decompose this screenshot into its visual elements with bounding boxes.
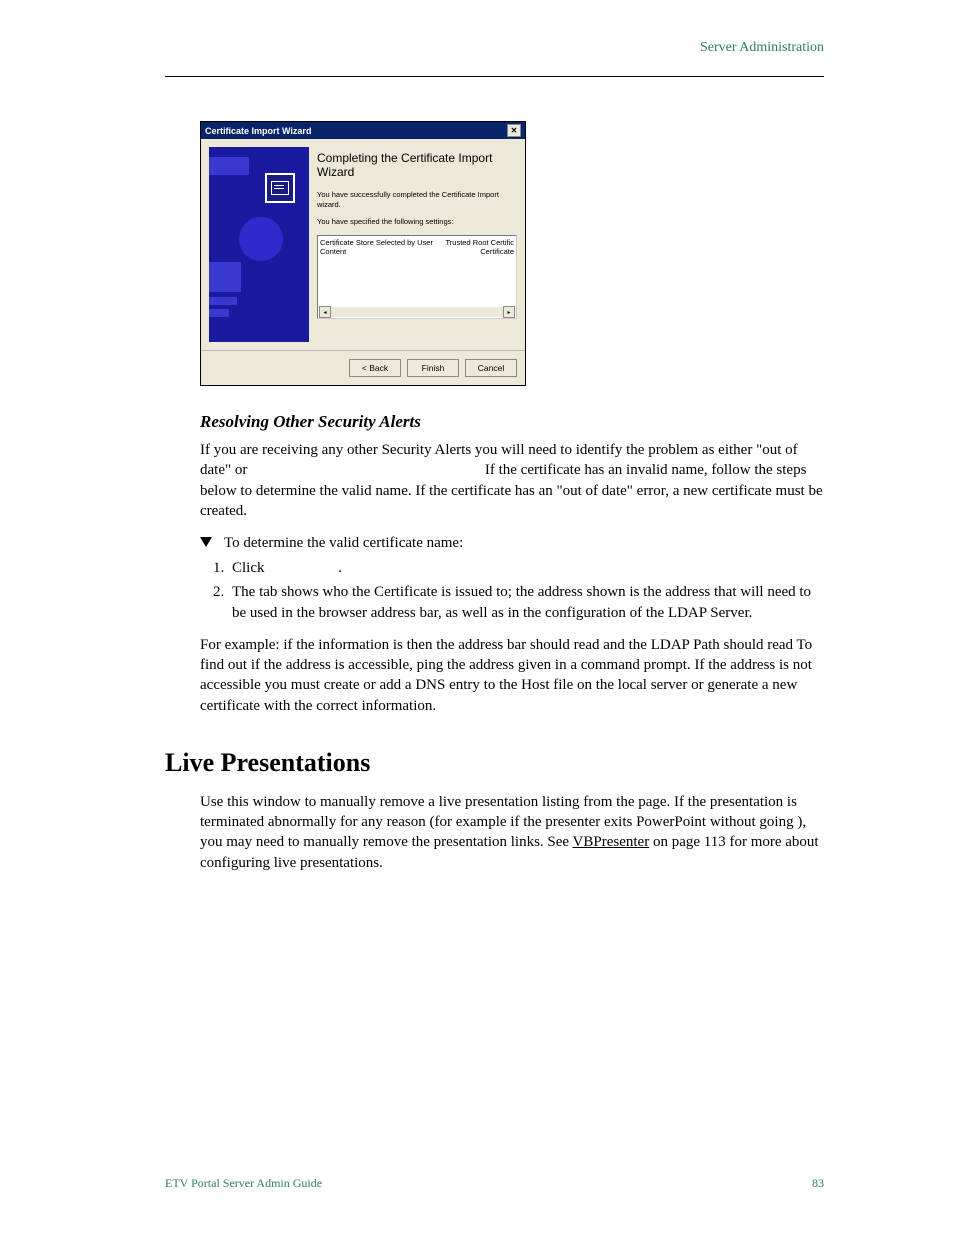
back-button[interactable]: < Back — [349, 359, 401, 377]
subsection-heading: Resolving Other Security Alerts — [200, 412, 824, 432]
live-presentations-paragraph: Use this window to manually remove a liv… — [200, 792, 824, 873]
settings-row: Certificate Store Selected by UserTruste… — [320, 238, 514, 247]
close-icon[interactable]: ✕ — [507, 124, 521, 137]
settings-list: Certificate Store Selected by UserTruste… — [317, 235, 517, 319]
scroll-right-icon[interactable]: ▸ — [503, 306, 515, 318]
wizard-side-graphic — [209, 147, 309, 342]
header-rule — [165, 76, 824, 77]
cancel-button[interactable]: Cancel — [465, 359, 517, 377]
vbpresenter-link[interactable]: VBPresenter — [573, 834, 650, 850]
dialog-titlebar: Certificate Import Wizard ✕ — [201, 122, 525, 139]
dialog-title: Certificate Import Wizard — [205, 126, 311, 136]
settings-row: ContentCertificate — [320, 247, 514, 256]
running-header: Server Administration — [700, 40, 824, 56]
triangle-down-icon — [200, 537, 212, 547]
dialog-msg-settings: You have specified the following setting… — [317, 217, 517, 227]
section-heading: Live Presentations — [165, 748, 824, 778]
dialog-msg-success: You have successfully completed the Cert… — [317, 190, 517, 210]
paragraph: If you are receiving any other Security … — [200, 440, 824, 521]
example-paragraph: For example: if the information is then … — [200, 635, 824, 716]
cert-import-wizard-dialog: Certificate Import Wizard ✕ Completing t… — [200, 121, 526, 386]
certificate-icon — [265, 173, 295, 203]
step-item: Click . — [228, 558, 824, 578]
footer-left: ETV Portal Server Admin Guide — [165, 1176, 322, 1191]
procedure-steps: Click . The tab shows who the Certificat… — [200, 558, 824, 623]
horizontal-scrollbar[interactable]: ◂ ▸ — [319, 307, 515, 317]
page-number: 83 — [812, 1176, 824, 1191]
scroll-left-icon[interactable]: ◂ — [319, 306, 331, 318]
finish-button[interactable]: Finish — [407, 359, 459, 377]
step-item: The tab shows who the Certificate is iss… — [228, 582, 824, 623]
procedure-intro: To determine the valid certificate name: — [200, 535, 824, 552]
dialog-heading: Completing the Certificate Import Wizard — [317, 151, 517, 180]
